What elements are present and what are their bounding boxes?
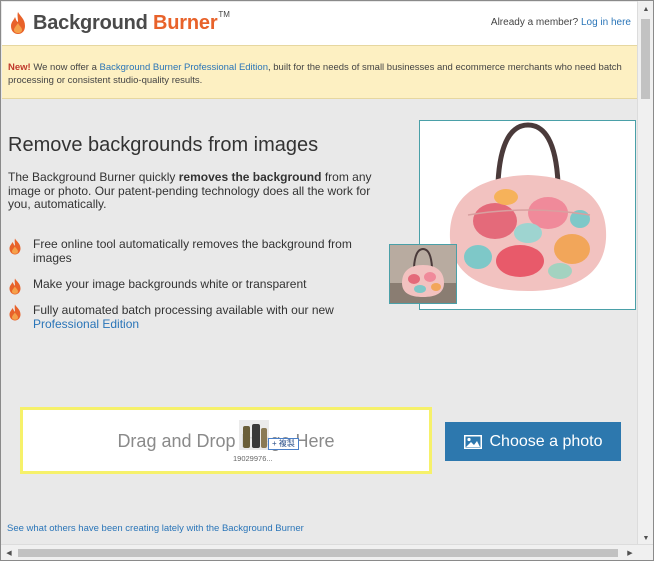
hero-description: The Background Burner quickly removes th… (8, 170, 372, 211)
page-title: Remove backgrounds from images (8, 134, 319, 156)
drag-ghost-filename: 19029976... (233, 454, 273, 463)
site-header: Background Burner TM Already a member? L… (2, 2, 638, 45)
flame-bullet-icon (9, 238, 21, 255)
new-badge: New! (8, 62, 31, 73)
flame-logo-icon (11, 12, 25, 34)
drop-zone[interactable]: Drag and Drop Image Here + 複製 19029976..… (20, 407, 432, 474)
handbag-thumbnail-image (390, 245, 456, 303)
logo-trademark: TM (218, 9, 230, 19)
picture-icon (463, 434, 482, 449)
browser-viewport: Background Burner TM Already a member? L… (0, 0, 654, 561)
logo-text: Background Burner (33, 11, 218, 34)
member-prompt: Already a member? Log in here (490, 17, 631, 28)
flame-bullet-icon (9, 278, 21, 295)
horizontal-scroll-thumb[interactable] (18, 549, 618, 557)
others-creations-link[interactable]: See what others have been creating latel… (7, 523, 304, 534)
horizontal-scrollbar[interactable]: ◀ ▶ (1, 544, 653, 560)
feature-item-backgrounds: Make your image backgrounds white or tra… (8, 277, 368, 295)
vertical-scroll-thumb[interactable] (641, 19, 650, 99)
scroll-right-icon[interactable]: ▶ (622, 545, 638, 560)
login-link[interactable]: Log in here (581, 17, 631, 28)
example-photo-original (389, 244, 457, 304)
professional-edition-feature-link[interactable]: Professional Edition (33, 317, 139, 331)
notice-banner: New! We now offer a Background Burner Pr… (2, 45, 638, 99)
choose-photo-button[interactable]: Choose a photo (445, 422, 621, 461)
copy-badge: + 複製 (268, 438, 299, 450)
professional-edition-link[interactable]: Background Burner Professional Edition (100, 62, 268, 73)
logo[interactable]: Background Burner TM (8, 9, 230, 35)
scroll-up-icon[interactable]: ▲ (638, 1, 653, 17)
flame-bullet-icon (9, 304, 21, 321)
vertical-scrollbar[interactable]: ▲ ▼ (637, 1, 653, 546)
feature-item-batch: Fully automated batch processing availab… (8, 303, 368, 331)
drop-zone-label: Drag and Drop Image Here (117, 431, 335, 451)
scroll-left-icon[interactable]: ◀ (1, 545, 17, 560)
feature-item-free-tool: Free online tool automatically removes t… (8, 237, 368, 265)
